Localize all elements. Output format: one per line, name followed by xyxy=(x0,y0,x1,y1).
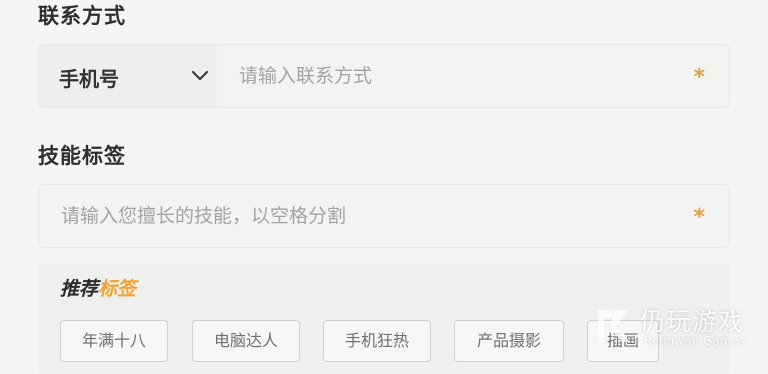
contact-type-label: 手机号 xyxy=(59,67,119,91)
skills-input[interactable] xyxy=(61,201,681,231)
chevron-down-icon xyxy=(192,71,208,80)
recommended-title-part2: 标签 xyxy=(98,278,137,300)
contact-input[interactable] xyxy=(239,61,679,91)
watermark-sub: Rengwan Games xyxy=(644,334,745,348)
contact-field: 手机号 * xyxy=(38,44,730,108)
required-star: * xyxy=(693,65,705,90)
recommended-tags-title: 推荐标签 xyxy=(60,274,136,301)
skills-section-title: 技能标签 xyxy=(38,144,126,168)
tag-chip[interactable]: 手机狂热 xyxy=(323,320,431,362)
recommended-title-part1: 推荐 xyxy=(60,278,99,300)
contact-type-select[interactable]: 手机号 xyxy=(39,45,217,107)
contact-section-title: 联系方式 xyxy=(38,4,126,28)
watermark: 仍玩游戏 Rengwan Games xyxy=(592,302,760,352)
tag-chip[interactable]: 产品摄影 xyxy=(454,320,564,362)
watermark-name: 仍玩游戏 xyxy=(640,307,745,336)
skills-field: * xyxy=(38,184,730,248)
tag-chip[interactable]: 年满十八 xyxy=(60,320,168,362)
tag-chip[interactable]: 电脑达人 xyxy=(192,320,300,362)
watermark-logo-icon xyxy=(598,310,630,342)
required-star: * xyxy=(693,205,705,230)
